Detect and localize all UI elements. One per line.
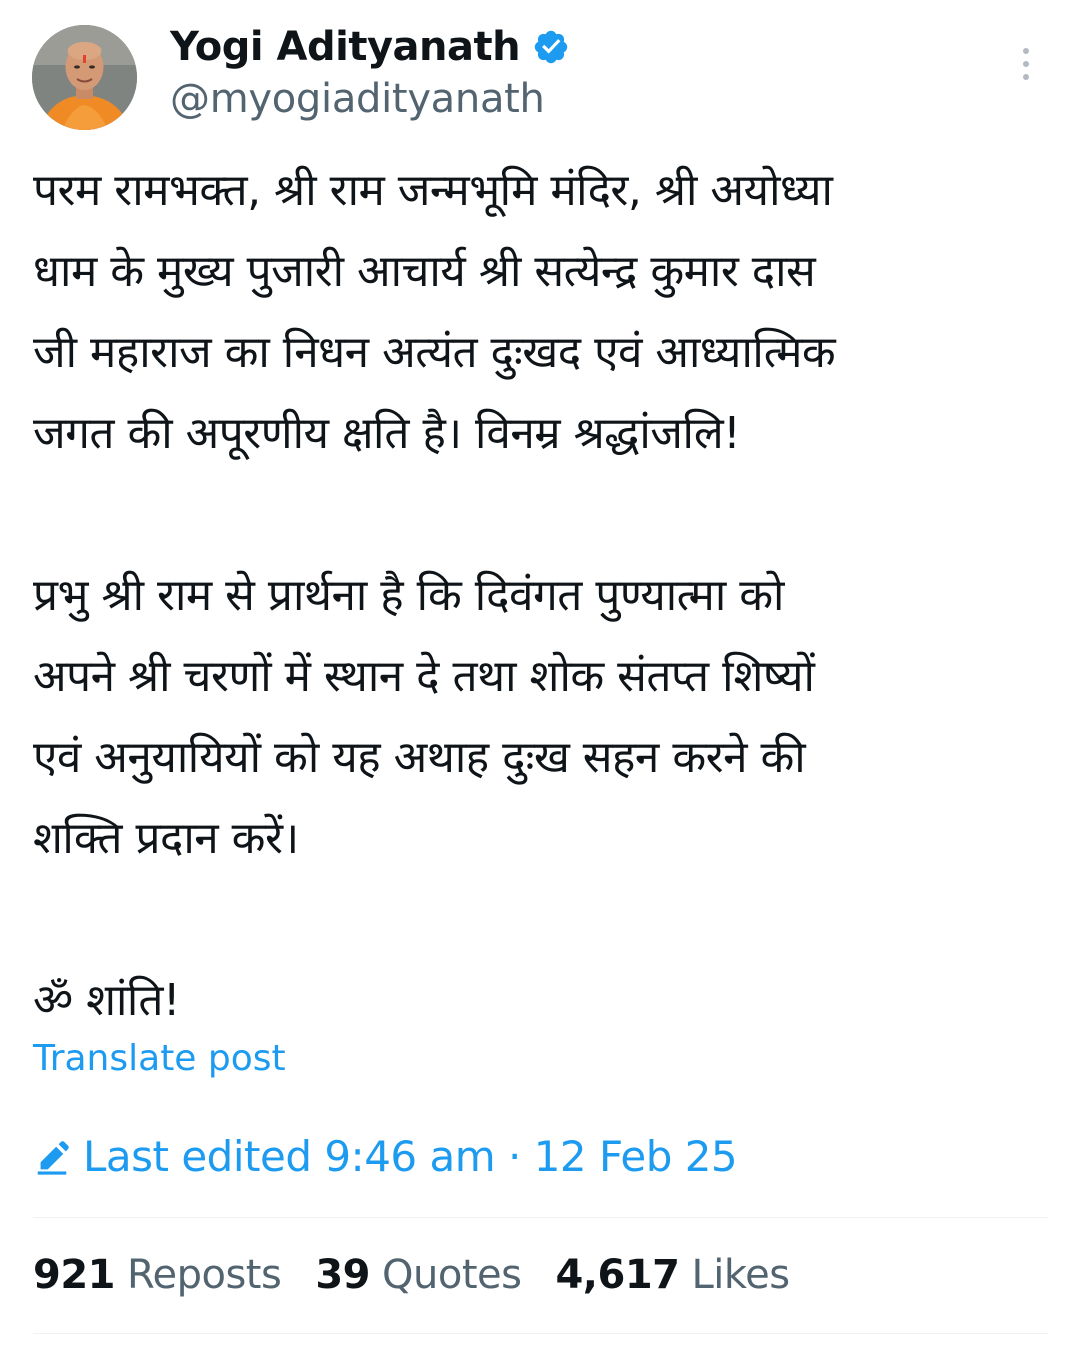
avatar[interactable] <box>32 25 137 130</box>
last-edited-text: Last edited 9:46 am · 12 Feb 25 <box>83 1132 738 1181</box>
tweet-text: परम रामभक्त, श्री राम जन्मभूमि मंदिर, श्… <box>33 150 1043 1041</box>
divider <box>33 1333 1048 1334</box>
tweet-line: शक्ति प्रदान करें। <box>33 813 299 864</box>
reposts-label: Reposts <box>127 1252 282 1298</box>
quotes-stat[interactable]: 39 Quotes <box>315 1252 522 1298</box>
tweet-line: जगत की अपूरणीय क्षति है। विनम्र श्रद्धां… <box>33 408 741 459</box>
tweet-line: जी महाराज का निधन अत्यंत दुःखद एवं आध्या… <box>33 327 836 378</box>
edit-history-link[interactable]: Last edited 9:46 am · 12 Feb 25 <box>33 1132 738 1181</box>
pencil-edit-icon <box>33 1138 71 1176</box>
likes-label: Likes <box>691 1252 791 1298</box>
more-options-icon[interactable] <box>1012 48 1040 88</box>
tweet-paragraph: परम रामभक्त, श्री राम जन्मभूमि मंदिर, श्… <box>33 150 1043 474</box>
tweet-line: धाम के मुख्य पुजारी आचार्य श्री सत्येन्द… <box>33 246 816 297</box>
tweet-line: प्रभु श्री राम से प्रार्थना है कि दिवंगत… <box>33 570 784 621</box>
reposts-stat[interactable]: 921 Reposts <box>33 1252 282 1298</box>
likes-stat[interactable]: 4,617 Likes <box>555 1252 791 1298</box>
engagement-stats: 921 Reposts 39 Quotes 4,617 Likes <box>33 1252 824 1298</box>
tweet-paragraph: प्रभु श्री राम से प्रार्थना है कि दिवंगत… <box>33 555 1043 879</box>
author-name-row[interactable]: Yogi Adityanath <box>170 20 570 74</box>
tweet-detail: Yogi Adityanath @myogiadityanath परम राम… <box>0 0 1080 1355</box>
tweet-line: अपने श्री चरणों में स्थान दे तथा शोक संत… <box>33 651 815 702</box>
tweet-line: परम रामभक्त, श्री राम जन्मभूमि मंदिर, श्… <box>33 165 833 216</box>
quotes-label: Quotes <box>382 1252 522 1298</box>
translate-post-link[interactable]: Translate post <box>33 1038 286 1079</box>
tweet-line: एवं अनुयायियों को यह अथाह दुःख सहन करने … <box>33 732 806 783</box>
tweet-paragraph: ॐ शांति! <box>33 960 1043 1041</box>
verified-badge-icon <box>532 28 570 66</box>
author-display-name[interactable]: Yogi Adityanath <box>170 24 521 70</box>
divider <box>33 1217 1048 1218</box>
author-handle[interactable]: @myogiadityanath <box>170 76 545 122</box>
likes-count: 4,617 <box>555 1252 680 1298</box>
tweet-line: ॐ शांति! <box>33 975 181 1026</box>
quotes-count: 39 <box>315 1252 371 1298</box>
reposts-count: 921 <box>33 1252 116 1298</box>
profile-photo-icon <box>32 25 137 130</box>
